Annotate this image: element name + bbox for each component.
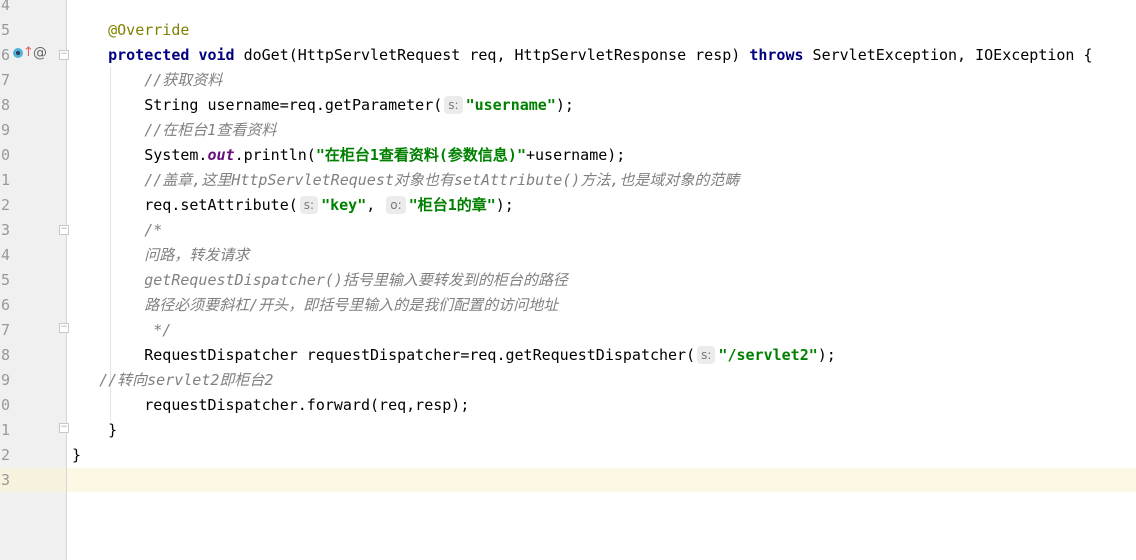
override-method-icon[interactable] [13, 48, 23, 58]
code-line[interactable]: 路径必须要斜杠/开头，即括号里输入的是我们配置的访问地址 [72, 293, 558, 318]
line-number: 1 [0, 421, 10, 439]
code-token: ); [495, 196, 514, 214]
code-token: //盖章,这里HttpServletRequest对象也有setAttribut… [72, 171, 740, 189]
code-token: } [72, 446, 82, 464]
line-number: 6 [0, 46, 10, 64]
code-token: ServletException, IOException { [803, 46, 1093, 64]
code-line[interactable]: } [72, 443, 81, 468]
code-token: protected [108, 46, 190, 64]
code-token: .println( [234, 146, 316, 164]
code-token: "username" [465, 96, 556, 114]
code-token: throws [749, 46, 804, 64]
code-line[interactable]: getRequestDispatcher()括号里输入要转发到的柜台的路径 [72, 268, 568, 293]
code-token: RequestDispatcher requestDispatcher=req.… [72, 346, 696, 364]
line-number: 2 [0, 196, 10, 214]
code-line[interactable]: //在柜台1查看资料 [72, 118, 276, 143]
line-number: 0 [0, 396, 10, 414]
line-number: 6 [0, 296, 10, 314]
line-number: 8 [0, 96, 10, 114]
code-token: ); [555, 96, 574, 114]
code-token: , [366, 196, 385, 214]
fold-toggle-comment-start[interactable]: − [59, 225, 69, 235]
code-line[interactable]: protected void doGet(HttpServletRequest … [72, 43, 1093, 68]
code-token: 问路，转发请求 [72, 246, 250, 264]
at-sign-icon: @ [33, 45, 47, 61]
line-number: 7 [0, 71, 10, 89]
parameter-hint: s: [299, 196, 319, 214]
code-line[interactable]: //获取资料 [72, 68, 222, 93]
code-line[interactable]: String username=req.getParameter(s: "user… [72, 93, 574, 118]
line-number: 4 [0, 0, 10, 14]
code-token: 路径必须要斜杠/开头，即括号里输入的是我们配置的访问地址 [72, 296, 559, 314]
line-number: 9 [0, 121, 10, 139]
code-token: "/servlet2" [718, 346, 818, 364]
line-number: 7 [0, 321, 10, 339]
line-number: 0 [0, 146, 10, 164]
code-token: System. [72, 146, 208, 164]
code-token: req.setAttribute( [72, 196, 298, 214]
code-line[interactable]: requestDispatcher.forward(req,resp); [72, 393, 469, 418]
code-token: String username=req.getParameter( [72, 96, 443, 114]
code-token: @Override [72, 21, 190, 39]
code-token: +username); [526, 146, 626, 164]
code-line[interactable]: 问路，转发请求 [72, 243, 249, 268]
line-number: 3 [0, 471, 10, 489]
code-token: //获取资料 [72, 71, 223, 89]
code-token: doGet(HttpServletRequest req, HttpServle… [234, 46, 750, 64]
line-number: 5 [0, 271, 10, 289]
code-line[interactable]: System.out.println("在柜台1查看资料(参数信息)"+user… [72, 143, 625, 168]
code-token: out [207, 146, 235, 164]
code-line[interactable]: //盖章,这里HttpServletRequest对象也有setAttribut… [72, 168, 739, 193]
code-token: //转向servlet2即柜台2 [72, 371, 274, 389]
parameter-hint: o: [386, 196, 406, 214]
code-token: //在柜台1查看资料 [72, 121, 277, 139]
code-line[interactable]: RequestDispatcher requestDispatcher=req.… [72, 343, 836, 368]
line-number: 2 [0, 446, 10, 464]
code-token: "柜台1的章" [408, 196, 496, 214]
parameter-hint: s: [444, 96, 463, 114]
code-token: void [198, 46, 235, 64]
line-number: 9 [0, 371, 10, 389]
code-token: /* [72, 221, 163, 239]
current-line-highlight [67, 468, 1136, 492]
line-number: 8 [0, 346, 10, 364]
code-token: requestDispatcher.forward(req,resp); [72, 396, 470, 414]
parameter-hint: s: [697, 346, 716, 364]
code-token: */ [72, 321, 172, 339]
code-line[interactable]: @Override [72, 18, 189, 43]
fold-toggle-comment-end[interactable]: − [59, 323, 69, 333]
code-line[interactable]: req.setAttribute(s: "key", o: "柜台1的章"); [72, 193, 514, 218]
code-line[interactable]: /* [72, 218, 162, 243]
code-line[interactable]: } [72, 418, 117, 443]
line-number: 4 [0, 246, 10, 264]
code-line[interactable]: //转向servlet2即柜台2 [72, 368, 273, 393]
code-line[interactable]: */ [72, 318, 171, 343]
fold-toggle-method[interactable]: − [59, 50, 69, 60]
code-token: "key" [321, 196, 367, 214]
code-token: getRequestDispatcher()括号里输入要转发到的柜台的路径 [72, 271, 568, 289]
code-token: "在柜台1查看资料(参数信息)" [315, 146, 526, 164]
code-token: ); [817, 346, 836, 364]
fold-toggle-method-end[interactable]: − [59, 423, 69, 433]
line-number: 3 [0, 221, 10, 239]
code-token: } [72, 421, 118, 439]
line-number: 1 [0, 171, 10, 189]
line-number: 5 [0, 21, 10, 39]
